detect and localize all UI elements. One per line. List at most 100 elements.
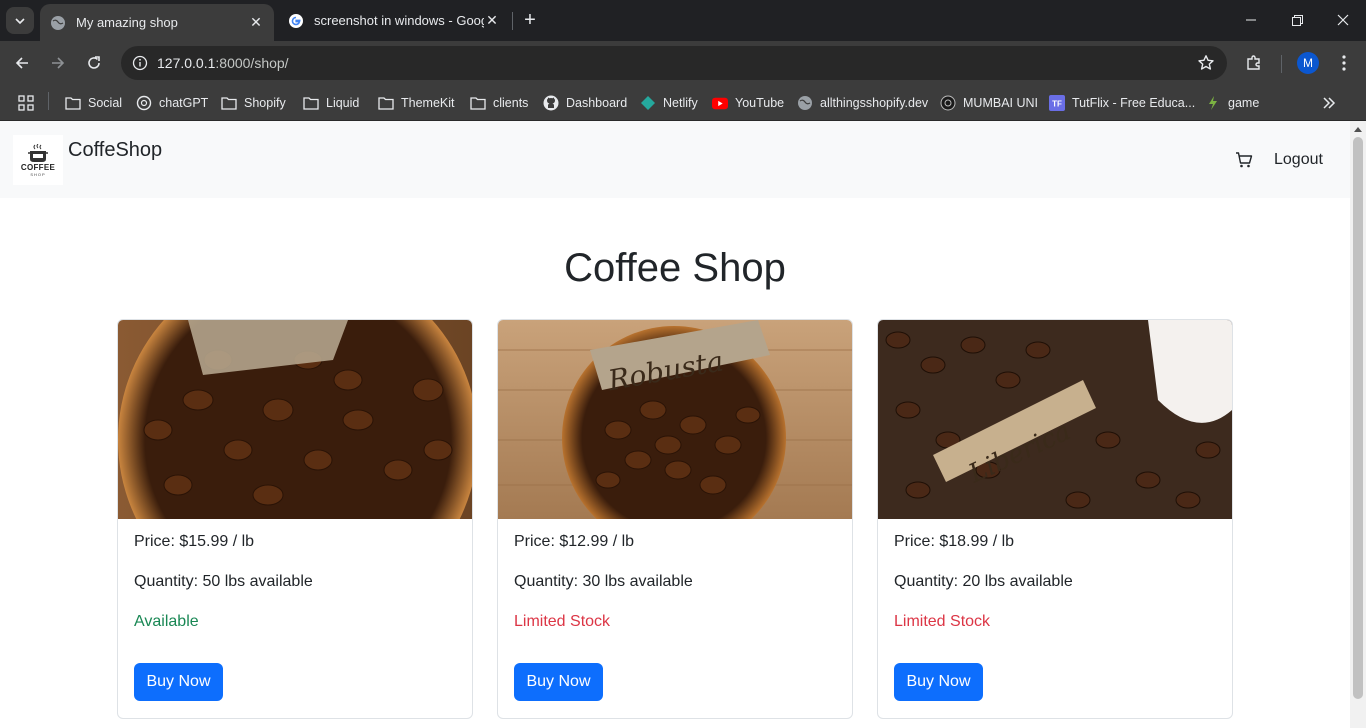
folder-icon [303, 95, 319, 111]
back-button[interactable] [7, 48, 37, 78]
game-icon [1205, 95, 1221, 111]
product-image: Robusta [498, 320, 852, 519]
site-navbar: COFFEE SHOP CoffeShop Logout [0, 121, 1350, 198]
browser-toolbar: 127.0.0.1:8000/shop/ M [0, 41, 1366, 85]
logo-subtext: SHOP [30, 171, 46, 177]
card-body: Price: $18.99 / lb Quantity: 20 lbs avai… [894, 530, 1216, 650]
tab-search-button[interactable] [6, 7, 34, 34]
bookmark-youtube[interactable]: YouTube [712, 91, 784, 115]
close-tab-icon[interactable]: ✕ [484, 12, 500, 29]
toolbar-separator [1281, 55, 1282, 73]
product-quantity: Quantity: 20 lbs available [894, 573, 1073, 590]
bookmarks-separator [48, 92, 49, 110]
profile-avatar[interactable]: M [1297, 52, 1319, 74]
bookmarks-bar: Social chatGPT Shopify Liquid ThemeKit c… [0, 85, 1366, 121]
buy-now-button[interactable]: Buy Now [894, 663, 983, 701]
browser-menu-button[interactable] [1329, 48, 1359, 78]
product-quantity: Quantity: 50 lbs available [134, 573, 313, 590]
tab-title: My amazing shop [76, 15, 178, 30]
university-seal-icon [940, 95, 956, 111]
buy-now-button[interactable]: Buy Now [514, 663, 603, 701]
minimize-button[interactable] [1228, 0, 1274, 40]
tab-separator [512, 12, 513, 30]
chatgpt-icon [136, 95, 152, 111]
scroll-up-arrow[interactable] [1350, 121, 1366, 137]
folder-icon [378, 95, 394, 111]
kebab-menu-icon [1342, 55, 1346, 71]
bookmark-chatgpt[interactable]: chatGPT [136, 91, 208, 115]
bookmark-dashboard[interactable]: Dashboard [543, 91, 627, 115]
bookmark-liquid[interactable]: Liquid [303, 91, 359, 115]
bookmark-tutflix[interactable]: TF TutFlix - Free Educa... [1049, 91, 1195, 115]
restore-button[interactable] [1274, 0, 1320, 40]
folder-icon [221, 95, 237, 111]
page-title: Coffee Shop [564, 246, 786, 290]
folder-icon [65, 95, 81, 111]
bookmark-mumbai-uni[interactable]: MUMBAI UNI [940, 91, 1038, 115]
product-image: Liberica [878, 320, 1232, 519]
bookmark-netlify[interactable]: Netlify [640, 91, 698, 115]
puzzle-icon [1247, 55, 1260, 70]
site-logo[interactable]: COFFEE SHOP [13, 135, 63, 185]
buy-now-button[interactable]: Buy Now [134, 663, 223, 701]
svg-text:TF: TF [1052, 100, 1062, 109]
page-scrollbar[interactable] [1350, 121, 1366, 728]
more-bookmarks-button[interactable] [1322, 91, 1336, 115]
chevron-down-icon [15, 17, 25, 24]
close-window-button[interactable] [1320, 0, 1366, 40]
minimize-icon [1246, 19, 1256, 21]
product-card: Robusta Price: $12.99 / lb Quantity: 30 … [497, 319, 853, 719]
tab-google-search[interactable]: screenshot in windows - Google ✕ [278, 4, 510, 37]
tutflix-icon: TF [1049, 95, 1065, 111]
scroll-thumb[interactable] [1353, 137, 1363, 699]
close-tab-icon[interactable]: ✕ [248, 14, 264, 31]
product-price: Price: $12.99 / lb [514, 533, 635, 550]
bookmark-shopify[interactable]: Shopify [221, 91, 286, 115]
netlify-icon [640, 95, 656, 111]
globe-icon [51, 15, 65, 30]
coffee-cup-icon [28, 143, 48, 162]
product-price: Price: $18.99 / lb [894, 533, 1015, 550]
cart-icon[interactable] [1235, 151, 1253, 169]
logo-text: COFFEE [20, 162, 56, 172]
stock-status: Available [134, 613, 199, 630]
extensions-button[interactable] [1239, 48, 1269, 78]
stock-status: Limited Stock [514, 613, 611, 630]
close-icon [1337, 14, 1349, 26]
bookmark-clients[interactable]: clients [470, 91, 528, 115]
bookmark-social[interactable]: Social [65, 91, 122, 115]
double-chevron-right-icon [1323, 97, 1336, 109]
bookmark-themekit[interactable]: ThemeKit [378, 91, 455, 115]
new-tab-button[interactable]: + [519, 9, 541, 31]
address-bar[interactable]: 127.0.0.1:8000/shop/ [121, 46, 1227, 80]
site-info-icon[interactable] [123, 46, 157, 80]
globe-icon [797, 95, 813, 111]
arrow-right-icon [52, 57, 65, 69]
site-brand[interactable]: CoffeShop [68, 139, 162, 162]
product-card: Price: $15.99 / lb Quantity: 50 lbs avai… [117, 319, 473, 719]
product-card: Liberica Price: $18.99 / lb Quantity: 20… [877, 319, 1233, 719]
product-image [118, 320, 472, 519]
card-body: Price: $12.99 / lb Quantity: 30 lbs avai… [514, 530, 836, 650]
bookmark-allthingsshopify[interactable]: allthingsshopify.dev [797, 91, 928, 115]
apps-button[interactable] [18, 91, 34, 115]
folder-icon [470, 95, 486, 111]
reload-button[interactable] [79, 48, 109, 78]
bookmark-star-icon[interactable] [1195, 52, 1217, 74]
stock-status: Limited Stock [894, 613, 991, 630]
forward-button[interactable] [43, 48, 73, 78]
product-price: Price: $15.99 / lb [134, 533, 255, 550]
logout-link[interactable]: Logout [1274, 151, 1323, 169]
tab-title: screenshot in windows - Google [314, 13, 484, 28]
youtube-icon [712, 95, 728, 111]
restore-icon [1291, 14, 1303, 26]
tab-my-amazing-shop[interactable]: My amazing shop ✕ [40, 4, 274, 41]
page-viewport: COFFEE SHOP CoffeShop Logout Coffee Shop [0, 121, 1350, 728]
url-text: 127.0.0.1:8000/shop/ [157, 55, 289, 71]
card-body: Price: $15.99 / lb Quantity: 50 lbs avai… [134, 530, 456, 650]
github-icon [543, 95, 559, 111]
product-quantity: Quantity: 30 lbs available [514, 573, 693, 590]
apps-grid-icon [18, 95, 34, 111]
bookmark-game[interactable]: game [1205, 91, 1259, 115]
reload-icon [88, 56, 100, 69]
